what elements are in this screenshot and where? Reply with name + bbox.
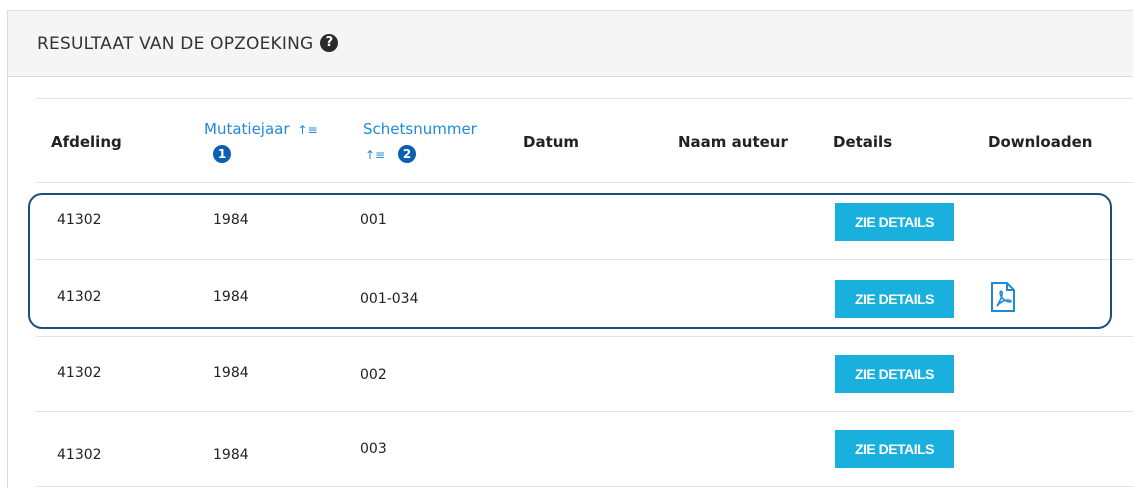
sort-amount-asc-icon[interactable]: ↑≡ [365,148,385,162]
question-circle-icon[interactable]: ? [320,33,339,52]
sort-amount-asc-icon[interactable]: ↑≡ [298,123,318,137]
header-afdeling: Afdeling [51,133,122,151]
header-downloaden: Downloaden [988,133,1093,151]
header-details: Details [833,133,893,151]
row-divider [36,486,1133,487]
header-mutatiejaar-order-badge: 1 [213,145,231,163]
cell-afdeling: 41302 [57,447,102,463]
panel-title: RESULTAAT VAN DE OPZOEKING [37,33,314,54]
header-schetsnummer[interactable]: Schetsnummer [363,120,477,138]
header-naam-auteur: Naam auteur [678,133,788,151]
header-schetsnummer-order-badge: 2 [398,145,416,163]
cell-schetsnummer: 003 [360,441,387,457]
header-mutatiejaar-label[interactable]: Mutatiejaar [204,120,290,138]
cell-schetsnummer: 002 [360,367,387,383]
row-divider [36,336,1133,337]
zie-details-button[interactable]: ZIE DETAILS [835,355,954,393]
cell-schetsnummer: 001 [360,212,387,228]
panel-header: RESULTAAT VAN DE OPZOEKING ? [8,11,1133,77]
header-mutatiejaar[interactable]: Mutatiejaar ↑≡ [204,120,318,138]
cell-afdeling: 41302 [57,365,102,381]
results-panel: RESULTAAT VAN DE OPZOEKING ? [7,10,1133,488]
cell-mutatiejaar: 1984 [213,365,249,381]
cell-mutatiejaar: 1984 [213,212,249,228]
zie-details-button[interactable]: ZIE DETAILS [835,280,954,318]
cell-mutatiejaar: 1984 [213,289,249,305]
pdf-download-icon[interactable] [990,281,1016,313]
row-divider [36,259,1133,260]
header-datum: Datum [523,133,580,151]
cell-mutatiejaar: 1984 [213,447,249,463]
zie-details-button[interactable]: ZIE DETAILS [835,203,954,241]
zie-details-button[interactable]: ZIE DETAILS [835,430,954,468]
cell-schetsnummer: 001-034 [360,291,419,307]
row-divider [36,411,1133,412]
header-divider [36,182,1133,183]
cell-afdeling: 41302 [57,212,102,228]
cell-afdeling: 41302 [57,289,102,305]
table-top-divider [36,98,1133,99]
